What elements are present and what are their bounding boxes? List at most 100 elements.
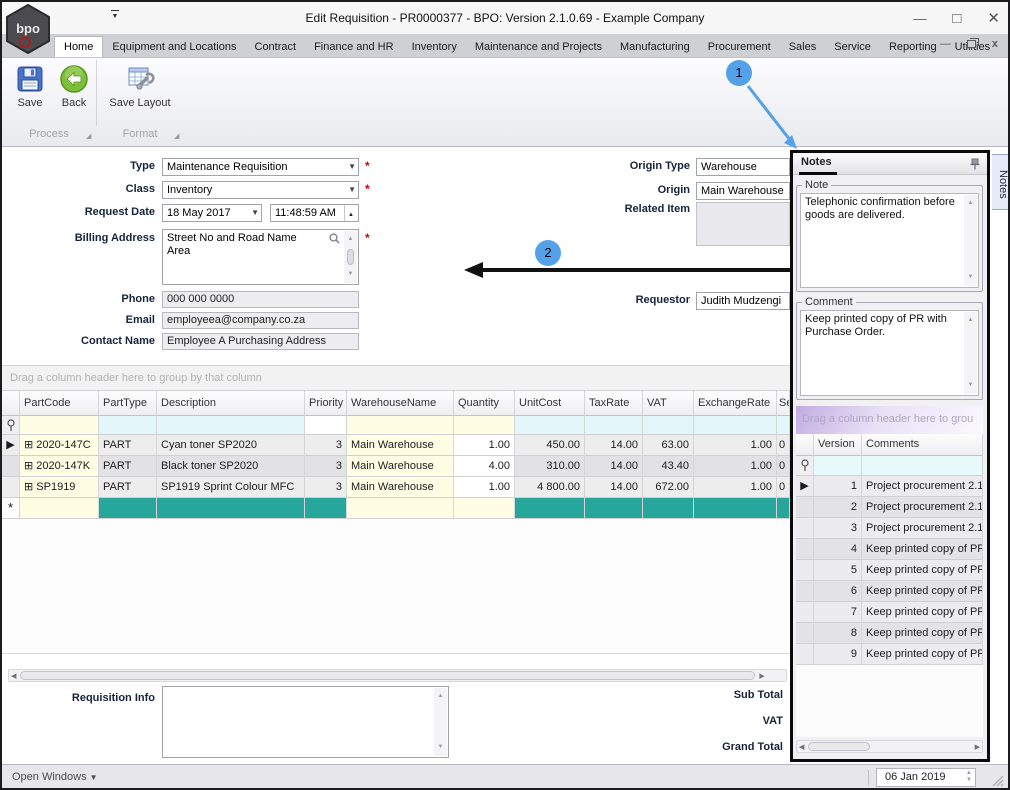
scroll-down-icon[interactable]: ▼ [968,271,974,284]
grid-horizontal-scrollbar[interactable]: ◀ ▶ [8,669,787,682]
request-date-picker[interactable]: 18 May 2017▼ [162,204,262,222]
column-header-description[interactable]: Description [157,391,305,416]
note-textarea[interactable]: Telephonic confirmation before goods are… [800,193,979,288]
expand-icon[interactable]: ⊞ [24,439,33,451]
spin-down-icon[interactable]: ▼ [966,777,972,784]
chevron-down-icon[interactable]: ▼ [348,159,356,175]
scroll-left-icon[interactable]: ◀ [9,672,18,680]
cell-comment[interactable]: Project procurement 2.1. [862,476,983,497]
ribbon-close-icon[interactable]: x [992,38,998,50]
cell-priority[interactable] [305,498,347,519]
quick-access-toolbar-icon[interactable]: ▼ [108,10,122,20]
origin-combo[interactable]: Main Warehouse [696,182,790,200]
cell-partcode[interactable]: ⊞ 2020-147K [20,456,99,477]
cell-comment[interactable]: Keep printed copy of PR w [862,539,983,560]
status-date-field[interactable]: 06 Jan 2019 ▲▼ [876,768,976,787]
cell-taxrate[interactable] [585,498,643,519]
request-time-field[interactable]: 11:48:59 AM ▲▼ [270,204,359,222]
filter-cell[interactable] [814,456,862,476]
scroll-right-icon[interactable]: ▶ [973,743,982,751]
search-icon[interactable] [329,233,340,244]
cell-priority[interactable]: 3 [305,456,347,477]
cell-exchangerate[interactable]: 1.00 [694,477,777,498]
save-layout-button[interactable]: Save Layout [102,62,178,109]
scroll-up-icon[interactable]: ▲ [968,197,974,210]
resize-grip-icon[interactable] [990,773,1004,787]
cell-unitcost[interactable] [515,498,585,519]
cell-se[interactable]: 0 [777,456,790,477]
filter-cell[interactable] [305,416,347,435]
tab-service[interactable]: Service [825,37,880,57]
column-header-partcode[interactable]: PartCode [20,391,99,416]
process-dialog-launcher-icon[interactable]: ◢ [86,132,91,140]
cell-quantity[interactable]: 1.00 [454,477,515,498]
cell-partcode[interactable] [20,498,99,519]
cell-se[interactable]: 0 [777,477,790,498]
scroll-thumb[interactable] [20,671,755,680]
filter-cell[interactable] [157,416,305,435]
list-item[interactable]: ▶1Project procurement 2.1. [796,476,983,497]
list-item[interactable]: 8Keep printed copy of PR w [796,623,983,644]
scroll-thumb[interactable] [347,249,354,265]
cell-description[interactable] [157,498,305,519]
list-item[interactable]: 4Keep printed copy of PR w [796,539,983,560]
spin-up-icon[interactable]: ▲ [348,207,354,222]
cell-version[interactable]: 3 [814,518,862,539]
column-header-priority[interactable]: Priority [305,391,347,416]
cell-vat[interactable]: 672.00 [643,477,694,498]
time-spinner[interactable]: ▲▼ [344,205,357,221]
filter-cell[interactable] [454,416,515,435]
column-header-quantity[interactable]: Quantity [454,391,515,416]
cell-quantity[interactable] [454,498,515,519]
filter-cell[interactable] [20,416,99,435]
note-scrollbar[interactable]: ▲▼ [964,195,977,286]
column-header-vat[interactable]: VAT [643,391,694,416]
expand-icon[interactable]: ⊞ [24,460,33,472]
filter-cell[interactable] [99,416,157,435]
table-row[interactable]: ▶ ⊞ 2020-147C PART Cyan toner SP2020 3 M… [2,435,790,456]
format-dialog-launcher-icon[interactable]: ◢ [174,132,179,140]
cell-description[interactable]: SP1919 Sprint Colour MFC [157,477,305,498]
contact-name-field[interactable]: Employee A Purchasing Address [162,333,359,350]
scroll-up-icon[interactable]: ▲ [348,233,354,246]
list-item[interactable]: 3Project procurement 2.1. [796,518,983,539]
list-item[interactable]: 6Keep printed copy of PR w [796,581,983,602]
filter-cell[interactable] [515,416,585,435]
pin-icon[interactable] [969,157,981,170]
cell-priority[interactable]: 3 [305,477,347,498]
phone-field[interactable]: 000 000 0000 [162,291,359,308]
requisition-info-scrollbar[interactable]: ▲▼ [434,688,447,756]
column-header-taxrate[interactable]: TaxRate [585,391,643,416]
cell-exchangerate[interactable] [694,498,777,519]
scroll-down-icon[interactable]: ▼ [968,379,974,392]
tab-reporting[interactable]: Reporting [880,37,946,57]
versions-horizontal-scrollbar[interactable]: ◀ ▶ [796,740,983,753]
scroll-up-icon[interactable]: ▲ [968,314,974,327]
scroll-down-icon[interactable]: ▼ [438,741,444,754]
column-header-version[interactable]: Version [814,434,862,456]
table-row[interactable]: ⊞ 2020-147K PART Black toner SP2020 3 Ma… [2,456,790,477]
cell-taxrate[interactable]: 14.00 [585,435,643,456]
list-item[interactable]: 9Keep printed copy of PR w [796,644,983,665]
cell-se[interactable]: 0 [777,435,790,456]
scroll-left-icon[interactable]: ◀ [797,743,806,751]
expand-icon[interactable]: ⊞ [24,481,33,493]
scroll-right-icon[interactable]: ▶ [757,672,766,680]
cell-warehouse[interactable] [347,498,454,519]
comment-textarea[interactable]: Keep printed copy of PR with Purchase Or… [800,310,979,396]
filter-cell[interactable] [585,416,643,435]
column-header-parttype[interactable]: PartType [99,391,157,416]
tab-sales[interactable]: Sales [780,37,826,57]
requisition-info-textarea[interactable]: ▲▼ [162,686,449,758]
cell-priority[interactable]: 3 [305,435,347,456]
billing-address-scrollbar[interactable]: ▲▼ [344,231,357,283]
cell-comment[interactable]: Keep printed copy of PR w [862,623,983,644]
scroll-thumb[interactable] [808,742,870,751]
cell-unitcost[interactable]: 4 800.00 [515,477,585,498]
cell-partcode[interactable]: ⊞ SP1919 [20,477,99,498]
cell-version[interactable]: 1 [814,476,862,497]
notes-dock-tab[interactable]: Notes [992,154,1010,210]
column-header-exchangerate[interactable]: ExchangeRate [694,391,777,416]
cell-description[interactable]: Black toner SP2020 [157,456,305,477]
tab-procurement[interactable]: Procurement [699,37,780,57]
